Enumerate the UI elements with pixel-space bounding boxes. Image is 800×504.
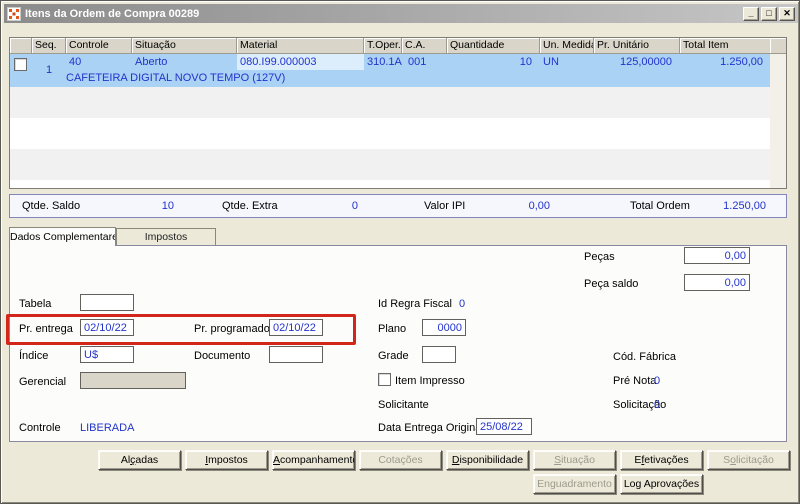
acompanhamento-button[interactable]: Acompanhamento bbox=[272, 450, 355, 470]
item-impresso-checkbox[interactable] bbox=[378, 373, 391, 386]
cell-situacao: Aberto bbox=[135, 56, 168, 68]
cell-material: 080.I99.000003 bbox=[240, 56, 317, 68]
qtde-saldo-label: Qtde. Saldo bbox=[22, 200, 81, 212]
pre-nota-value: 0 bbox=[654, 375, 661, 387]
grade-label: Grade bbox=[378, 350, 409, 362]
grid-header: Seq. Controle Situação Material T.Oper. … bbox=[10, 38, 786, 54]
col-un-medida[interactable]: Un. Medida bbox=[540, 38, 594, 54]
col-ca[interactable]: C.A. bbox=[402, 38, 447, 54]
col-toper[interactable]: T.Oper. bbox=[364, 38, 402, 54]
situacao-button: Situação bbox=[533, 450, 616, 470]
plano-field[interactable] bbox=[422, 319, 466, 336]
grid-scroll-corner bbox=[770, 38, 786, 54]
pecas-field[interactable] bbox=[684, 247, 750, 264]
total-ordem-value: 1.250,00 bbox=[723, 200, 766, 212]
controle-status: LIBERADA bbox=[80, 422, 135, 434]
pr-programado-label: Pr. programado bbox=[194, 323, 270, 335]
disponibilidade-button[interactable]: Disponibilidade bbox=[446, 450, 529, 470]
qtde-saldo-value: 10 bbox=[161, 200, 174, 212]
table-row[interactable]: 1 40 Aberto 080.I99.000003 310.1A 001 10… bbox=[10, 54, 770, 87]
cell-ca: 001 bbox=[408, 56, 427, 68]
col-total-item[interactable]: Total Item bbox=[680, 38, 770, 54]
pr-programado-field[interactable] bbox=[269, 319, 323, 336]
plano-label: Plano bbox=[378, 323, 407, 335]
cell-controle: 40 bbox=[69, 56, 82, 68]
id-regra-fiscal-value: 0 bbox=[459, 298, 466, 310]
vertical-scrollbar[interactable] bbox=[770, 54, 786, 188]
window-controls: _ □ ✕ bbox=[743, 6, 795, 21]
col-quantidade[interactable]: Quantidade bbox=[447, 38, 540, 54]
col-seq[interactable]: Seq. bbox=[32, 38, 66, 54]
summary-bar: Qtde. Saldo 10 Qtde. Extra 0 Valor IPI 0… bbox=[9, 194, 787, 218]
items-grid: Seq. Controle Situação Material T.Oper. … bbox=[9, 37, 787, 189]
solicitacao-button: Solicitação bbox=[707, 450, 790, 470]
close-icon[interactable]: ✕ bbox=[779, 6, 795, 21]
controle-label: Controle bbox=[19, 422, 61, 434]
empty-row-band bbox=[10, 118, 770, 149]
documento-label: Documento bbox=[194, 350, 251, 362]
cod-fabrica-label: Cód. Fábrica bbox=[613, 351, 676, 363]
pr-entrega-label: Pr. entrega bbox=[19, 323, 73, 335]
tab-content-panel bbox=[9, 245, 787, 442]
cotacoes-button: Cotações bbox=[359, 450, 442, 470]
cell-descricao: CAFETEIRA DIGITAL NOVO TEMPO (127V) bbox=[66, 72, 286, 84]
cell-quantidade: 10 bbox=[519, 56, 532, 68]
tabela-field[interactable] bbox=[80, 294, 134, 311]
empty-row-band bbox=[10, 149, 770, 180]
maximize-icon[interactable]: □ bbox=[761, 6, 777, 21]
log-aprovacoes-button[interactable]: Log Aprovações bbox=[620, 474, 703, 494]
valor-ipi-label: Valor IPI bbox=[424, 200, 466, 212]
data-entrega-field[interactable] bbox=[476, 418, 532, 435]
peca-saldo-field[interactable] bbox=[684, 274, 750, 291]
enquadramento-button: Enguadramento bbox=[533, 474, 616, 494]
col-material[interactable]: Material bbox=[237, 38, 364, 54]
id-regra-fiscal-label: Id Regra Fiscal bbox=[378, 298, 452, 310]
pre-nota-label: Pré Nota bbox=[613, 375, 657, 387]
gerencial-field bbox=[80, 372, 186, 389]
cell-toper: 310.1A bbox=[367, 56, 402, 68]
col-controle[interactable]: Controle bbox=[66, 38, 132, 54]
tab-dados-complementares[interactable]: Dados Complementares bbox=[9, 227, 116, 246]
solicitante-label: Solicitante bbox=[378, 399, 429, 411]
pecas-label: Peças bbox=[584, 251, 615, 263]
col-indicator bbox=[10, 38, 32, 54]
indice-label: Índice bbox=[19, 350, 49, 362]
row-select-checkbox[interactable] bbox=[14, 58, 27, 71]
app-icon bbox=[7, 6, 21, 21]
qtde-extra-value: 0 bbox=[351, 200, 358, 212]
titlebar[interactable]: Itens da Ordem de Compra 00289 _ □ ✕ bbox=[4, 4, 798, 23]
peca-saldo-label: Peça saldo bbox=[584, 278, 639, 290]
total-ordem-label: Total Ordem bbox=[630, 200, 690, 212]
tabela-label: Tabela bbox=[19, 298, 52, 310]
data-entrega-label: Data Entrega Original bbox=[378, 422, 484, 434]
solicitacao-value: 0 bbox=[654, 399, 661, 411]
order-items-window: Itens da Ordem de Compra 00289 _ □ ✕ Seq… bbox=[0, 0, 800, 504]
cell-total-item: 1.250,00 bbox=[720, 56, 763, 68]
valor-ipi-value: 0,00 bbox=[528, 200, 550, 212]
cell-pr-unitario: 125,00000 bbox=[620, 56, 672, 68]
col-pr-unitario[interactable]: Pr. Unitário bbox=[594, 38, 680, 54]
window-title: Itens da Ordem de Compra 00289 bbox=[25, 7, 200, 20]
cell-un-medida: UN bbox=[543, 56, 559, 68]
empty-row-band bbox=[10, 87, 770, 118]
documento-field[interactable] bbox=[269, 346, 323, 363]
indice-field[interactable] bbox=[80, 346, 134, 363]
grade-field[interactable] bbox=[422, 346, 456, 363]
alcadas-button[interactable]: Alçadas bbox=[98, 450, 181, 470]
item-impresso-label: Item Impresso bbox=[395, 375, 465, 387]
efetivacoes-button[interactable]: Efetivações bbox=[620, 450, 703, 470]
col-situacao[interactable]: Situação bbox=[132, 38, 237, 54]
pr-entrega-field[interactable] bbox=[80, 319, 134, 336]
impostos-button[interactable]: Impostos bbox=[185, 450, 268, 470]
cell-seq: 1 bbox=[45, 64, 53, 76]
qtde-extra-label: Qtde. Extra bbox=[222, 200, 278, 212]
minimize-icon[interactable]: _ bbox=[743, 6, 759, 21]
gerencial-label: Gerencial bbox=[19, 376, 67, 388]
tab-impostos[interactable]: Impostos bbox=[116, 228, 216, 245]
